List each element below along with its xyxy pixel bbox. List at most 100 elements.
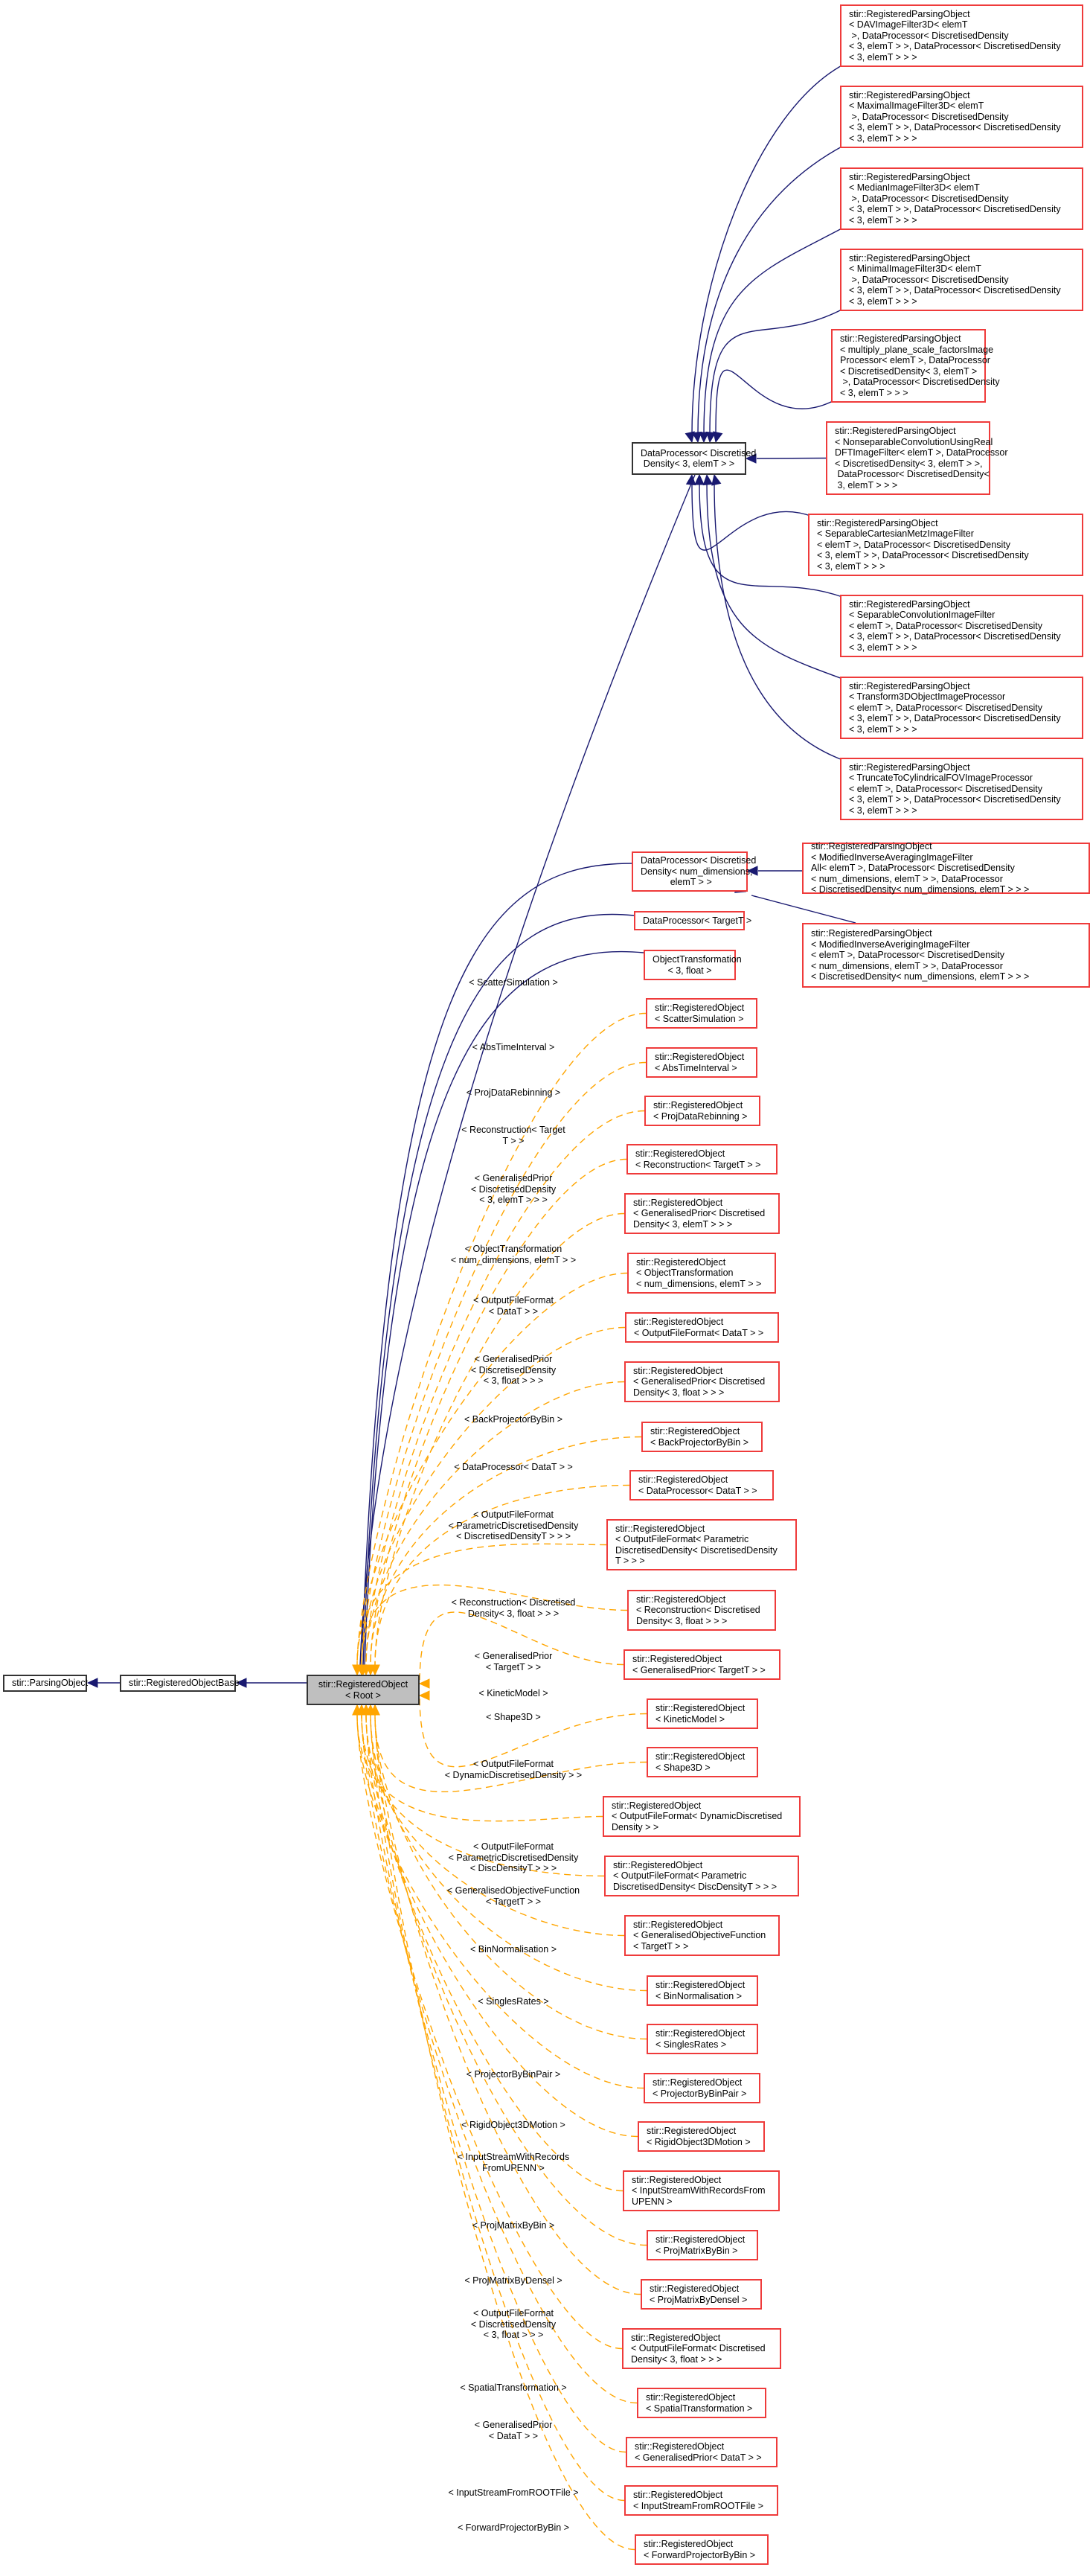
node-registered-object[interactable]: stir::RegisteredObject < ForwardProjecto… — [635, 2534, 769, 2565]
node-label: ObjectTransformation < 3, float > — [653, 954, 742, 976]
node-object-transformation[interactable]: ObjectTransformation < 3, float > — [644, 950, 742, 980]
edge-template-label: < BinNormalisation > — [469, 1944, 557, 1955]
node-registered-object[interactable]: stir::RegisteredObject < Shape3D > — [647, 1747, 758, 1777]
arrow-head — [694, 473, 705, 485]
node-registered-object[interactable]: stir::RegisteredObject < GeneralisedObje… — [624, 1915, 780, 1956]
arrow-head — [713, 431, 723, 444]
node-registered-parsing-object[interactable]: stir::RegisteredParsingObject < Nonsepar… — [826, 421, 1007, 495]
edge-template-label: < GeneralisedPrior < TargetT > > — [474, 1651, 553, 1672]
node-registered-object[interactable]: stir::RegisteredObject < KineticModel > — [647, 1698, 758, 1729]
node-registered-object-root[interactable]: stir::RegisteredObject < Root > — [307, 1675, 420, 1705]
node-label: stir::RegisteredParsingObject < Modified… — [811, 841, 1030, 895]
node-registered-object[interactable]: stir::RegisteredObject < InputStreamWith… — [623, 2170, 780, 2211]
node-registered-object[interactable]: stir::RegisteredObject < RigidObject3DMo… — [638, 2121, 765, 2152]
node-label: stir::RegisteredObject < OutputFileForma… — [631, 2332, 766, 2365]
edge-template — [419, 1695, 647, 1768]
edge-template-label: < ProjectorByBinPair > — [466, 2069, 561, 2080]
node-dataprocessor-target[interactable]: DataProcessor< TargetT > — [634, 911, 752, 930]
node-registered-parsing-object[interactable]: stir::RegisteredParsingObject < MedianIm… — [840, 167, 1083, 230]
node-registered-object-base[interactable]: stir::RegisteredObjectBase — [120, 1675, 240, 1692]
edge-template-label: < OutputFileFormat < ParametricDiscretis… — [448, 1509, 579, 1541]
node-label: stir::RegisteredObject < BackProjectorBy… — [650, 1426, 749, 1448]
node-label: stir::RegisteredObject < DataProcessor< … — [638, 1474, 757, 1496]
node-registered-object[interactable]: stir::RegisteredObject < DataProcessor< … — [629, 1470, 774, 1500]
node-label: stir::RegisteredObject < Root > — [318, 1679, 408, 1701]
node-label: DataProcessor< TargetT > — [643, 915, 752, 926]
node-label: stir::RegisteredParsingObject < Transfor… — [849, 680, 1061, 735]
node-registered-object[interactable]: stir::RegisteredObject < AbsTimeInterval… — [646, 1047, 757, 1078]
node-registered-object[interactable]: stir::RegisteredObject < InputStreamFrom… — [624, 2485, 778, 2516]
edge-template-label: < SpatialTransformation > — [460, 2382, 567, 2393]
node-registered-object[interactable]: stir::RegisteredObject < Reconstruction<… — [627, 1590, 776, 1631]
node-registered-parsing-object[interactable]: stir::RegisteredParsingObject < Separabl… — [840, 595, 1083, 657]
edge-template-label: < BackProjectorByBin > — [464, 1414, 563, 1425]
arrow-head — [702, 473, 714, 486]
edge-template-label: < ObjectTransformation < num_dimensions,… — [450, 1244, 577, 1265]
node-registered-parsing-object[interactable]: stir::RegisteredParsingObject < Modified… — [802, 923, 1090, 988]
edge-inherit — [362, 913, 635, 1666]
node-registered-object[interactable]: stir::RegisteredObject < GeneralisedPrio… — [626, 2437, 778, 2467]
node-label: stir::RegisteredObject < OutputFileForma… — [612, 1800, 783, 1832]
node-registered-parsing-object[interactable]: stir::RegisteredParsingObject < Transfor… — [840, 677, 1083, 739]
node-label: stir::RegisteredObject < GeneralisedPrio… — [632, 1654, 766, 1675]
node-registered-parsing-object[interactable]: stir::RegisteredParsingObject < DAVImage… — [840, 4, 1083, 67]
node-registered-object[interactable]: stir::RegisteredObject < GeneralisedPrio… — [623, 1649, 780, 1680]
edge-template-label: < InputStreamFromROOTFile > — [448, 2487, 579, 2498]
node-registered-parsing-object[interactable]: stir::RegisteredParsingObject < Separabl… — [808, 514, 1083, 576]
node-registered-object[interactable]: stir::RegisteredObject < SpatialTransfor… — [637, 2388, 766, 2418]
node-registered-object[interactable]: stir::RegisteredObject < OutputFileForma… — [622, 2328, 781, 2369]
node-registered-object[interactable]: stir::RegisteredObject < ScatterSimulati… — [646, 998, 757, 1029]
node-registered-parsing-object[interactable]: stir::RegisteredParsingObject < MaximalI… — [840, 86, 1083, 148]
node-registered-object[interactable]: stir::RegisteredObject < GeneralisedPrio… — [624, 1361, 780, 1402]
edge-template-label: < OutputFileFormat < DataT > > — [472, 1295, 554, 1317]
node-registered-object[interactable]: stir::RegisteredObject < ProjMatrixByBin… — [647, 2230, 758, 2260]
node-label: stir::RegisteredObject < ProjMatrixByBin… — [655, 2234, 746, 2256]
node-label: stir::RegisteredObject < OutputFileForma… — [634, 1317, 764, 1338]
node-label: stir::RegisteredObject < ForwardProjecto… — [644, 2539, 756, 2560]
node-registered-object[interactable]: stir::RegisteredObject < OutputFileForma… — [625, 1312, 779, 1343]
edge-template-label: < GeneralisedPrior < DiscretisedDensity … — [470, 1173, 557, 1205]
node-registered-object[interactable]: stir::RegisteredObject < OutputFileForma… — [606, 1519, 797, 1570]
node-registered-object[interactable]: stir::RegisteredObject < Reconstruction<… — [626, 1144, 778, 1174]
edge-template-label: < OutputFileFormat < ParametricDiscretis… — [448, 1841, 579, 1873]
node-label: stir::RegisteredObject < SinglesRates > — [655, 2028, 746, 2050]
node-label: stir::RegisteredObject < GeneralisedObje… — [633, 1919, 766, 1952]
node-registered-parsing-object[interactable]: stir::RegisteredParsingObject < Truncate… — [840, 758, 1083, 820]
node-label: stir::RegisteredObject < KineticModel > — [655, 1703, 746, 1725]
node-registered-object[interactable]: stir::RegisteredObject < OutputFileForma… — [604, 1856, 799, 1896]
node-registered-object[interactable]: stir::RegisteredObject < ProjectorByBinP… — [644, 2073, 760, 2103]
edge-template — [356, 1012, 647, 1666]
edge-template-label: < InputStreamWithRecords FromUPENN > — [457, 2152, 570, 2173]
node-label: stir::RegisteredParsingObject < multiply… — [840, 333, 1000, 398]
node-registered-object[interactable]: stir::RegisteredObject < ProjDataRebinni… — [644, 1096, 760, 1126]
node-label: stir::RegisteredObject < RigidObject3DMo… — [647, 2126, 751, 2147]
node-label: stir::RegisteredObject < ObjectTransform… — [636, 1256, 762, 1289]
node-registered-parsing-object[interactable]: stir::RegisteredParsingObject < MinimalI… — [840, 249, 1083, 311]
node-label: DataProcessor< Discretised Density< num_… — [641, 855, 757, 888]
node-label: stir::RegisteredParsingObject < MedianIm… — [849, 171, 1061, 226]
node-registered-object[interactable]: stir::RegisteredObject < OutputFileForma… — [603, 1796, 801, 1837]
node-registered-parsing-object[interactable]: stir::RegisteredParsingObject < multiply… — [831, 329, 1000, 403]
edge-inherit — [697, 144, 845, 435]
node-registered-object[interactable]: stir::RegisteredObject < ObjectTransform… — [627, 1253, 776, 1294]
edge-template-label: < GeneralisedPrior < DataT > > — [474, 2420, 553, 2441]
node-label: stir::RegisteredParsingObject < Truncate… — [849, 761, 1061, 816]
node-registered-object[interactable]: stir::RegisteredObject < BinNormalisatio… — [647, 1975, 758, 2006]
node-dataprocessor-ndim[interactable]: DataProcessor< Discretised Density< num_… — [632, 851, 757, 892]
edge-template — [365, 1713, 626, 2453]
node-label: stir::RegisteredObject < ScatterSimulati… — [655, 1003, 745, 1024]
node-label: stir::RegisteredObject < Reconstruction<… — [635, 1148, 761, 1170]
node-registered-object[interactable]: stir::RegisteredObject < SinglesRates > — [647, 2024, 758, 2054]
edge-template-label: < GeneralisedObjectiveFunction < TargetT… — [446, 1885, 580, 1907]
node-label: stir::RegisteredObject < SpatialTransfor… — [646, 2392, 753, 2414]
edge-inherit — [691, 63, 845, 435]
node-registered-object[interactable]: stir::RegisteredObject < ProjMatrixByDen… — [641, 2279, 762, 2310]
node-registered-object[interactable]: stir::RegisteredObject < BackProjectorBy… — [641, 1422, 763, 1452]
node-parsing-object[interactable]: stir::ParsingObject — [3, 1675, 88, 1692]
edge-template-label: < AbsTimeInterval > — [472, 1042, 555, 1052]
node-dataprocessor-3d[interactable]: DataProcessor< Discretised Density< 3, e… — [632, 442, 757, 475]
node-registered-parsing-object[interactable]: stir::RegisteredParsingObject < Modified… — [802, 841, 1090, 895]
node-label: DataProcessor< Discretised Density< 3, e… — [641, 447, 757, 470]
edge-inherit — [715, 369, 836, 435]
node-registered-object[interactable]: stir::RegisteredObject < GeneralisedPrio… — [624, 1193, 780, 1234]
